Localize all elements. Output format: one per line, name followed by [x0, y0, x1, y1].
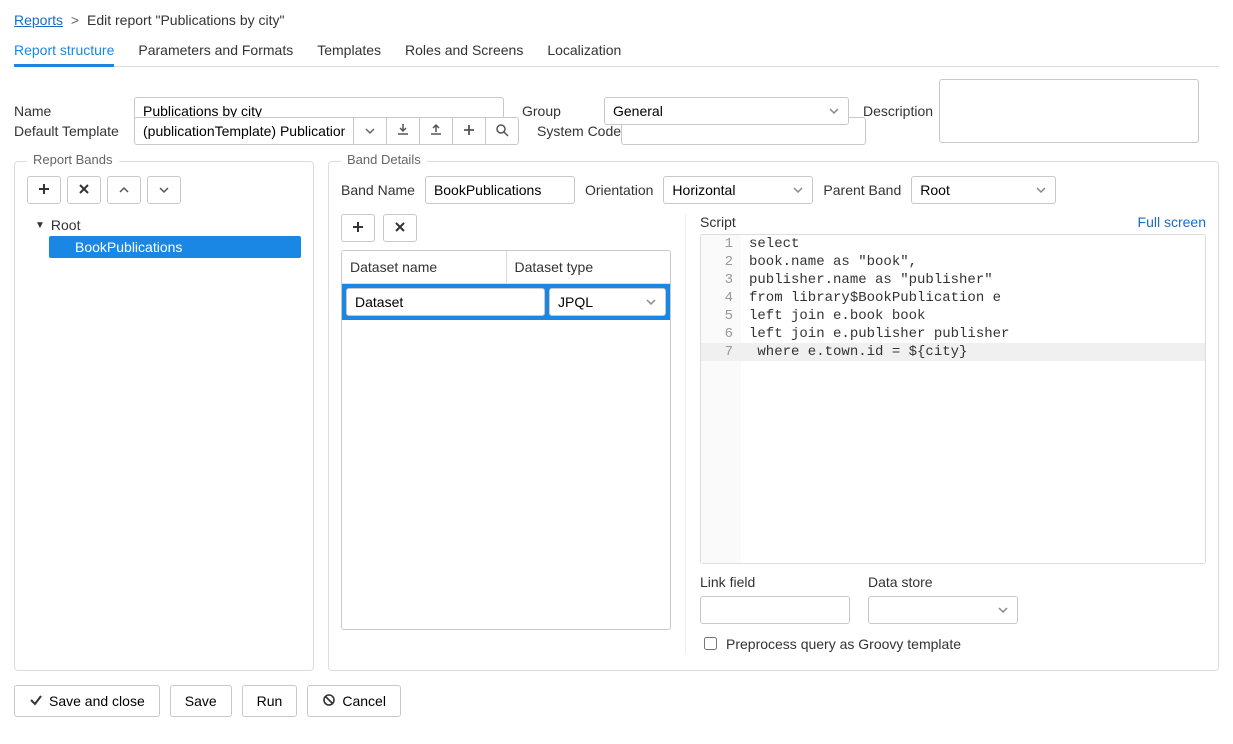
line-code: publisher.name as "publisher" — [741, 271, 1205, 289]
caret-down-icon: ▼ — [35, 220, 45, 231]
band-add-button[interactable] — [27, 176, 61, 204]
close-icon — [77, 182, 91, 199]
breadcrumb-current: Edit report "Publications by city" — [87, 12, 284, 28]
band-move-up-button[interactable] — [107, 176, 141, 204]
line-code: where e.town.id = ${city} — [741, 343, 1205, 361]
plus-icon — [462, 123, 476, 140]
parent-band-label: Parent Band — [823, 182, 901, 198]
ban-icon — [322, 693, 336, 710]
dataset-type-select[interactable]: JPQL — [549, 288, 666, 316]
default-template-input[interactable] — [134, 117, 354, 145]
form: Name Group General Description Default T… — [14, 79, 1219, 145]
template-download-button[interactable] — [386, 117, 420, 145]
band-details-panel: Band Details Band Name Orientation Horiz… — [328, 161, 1219, 671]
line-code: book.name as "book", — [741, 253, 1205, 271]
plus-icon — [37, 182, 51, 199]
line-code: select — [741, 235, 1205, 253]
search-icon — [495, 123, 509, 140]
plus-icon — [351, 220, 365, 237]
report-bands-panel: Report Bands ▼ Root BookPublications — [14, 161, 314, 671]
breadcrumb-separator: > — [71, 12, 79, 28]
preprocess-checkbox[interactable] — [704, 637, 717, 650]
tab-templates[interactable]: Templates — [317, 36, 381, 66]
template-add-button[interactable] — [452, 117, 486, 145]
bottom-bar: Save and close Save Run Cancel — [14, 685, 1219, 717]
script-line: 1select — [701, 235, 1205, 253]
run-button[interactable]: Run — [242, 685, 298, 717]
script-line: 4from library$BookPublication e — [701, 289, 1205, 307]
script-line: 2book.name as "book", — [701, 253, 1205, 271]
data-store-select[interactable] — [868, 596, 1018, 624]
line-code: left join e.book book — [741, 307, 1205, 325]
save-button[interactable]: Save — [170, 685, 232, 717]
breadcrumb-root-link[interactable]: Reports — [14, 12, 63, 28]
check-icon — [29, 693, 43, 710]
full-screen-link[interactable]: Full screen — [1138, 214, 1206, 230]
script-line: 7 where e.town.id = ${city} — [701, 343, 1205, 361]
tab-localization[interactable]: Localization — [547, 36, 621, 66]
parent-band-select[interactable]: Root — [911, 176, 1056, 204]
band-remove-button[interactable] — [67, 176, 101, 204]
tree-node-bookpublications[interactable]: BookPublications — [49, 236, 301, 258]
line-code: from library$BookPublication e — [741, 289, 1205, 307]
line-number: 3 — [701, 271, 741, 289]
template-upload-button[interactable] — [419, 117, 453, 145]
download-icon — [396, 123, 410, 140]
dataset-name-header[interactable]: Dataset name — [342, 251, 506, 283]
line-number: 6 — [701, 325, 741, 343]
orientation-select[interactable]: Horizontal — [663, 176, 813, 204]
tab-roles-screens[interactable]: Roles and Screens — [405, 36, 523, 66]
tab-report-structure[interactable]: Report structure — [14, 36, 114, 67]
system-code-label: System Code — [519, 123, 621, 139]
band-move-down-button[interactable] — [147, 176, 181, 204]
script-editor[interactable]: 1select2book.name as "book",3publisher.n… — [700, 234, 1206, 564]
band-name-input[interactable] — [425, 176, 575, 204]
save-and-close-label: Save and close — [49, 693, 145, 709]
line-number: 4 — [701, 289, 741, 307]
breadcrumb: Reports > Edit report "Publications by c… — [14, 12, 1219, 28]
line-code: left join e.publisher publisher — [741, 325, 1205, 343]
tree-child-label: BookPublications — [57, 239, 182, 255]
line-number: 2 — [701, 253, 741, 271]
band-name-label: Band Name — [341, 182, 415, 198]
upload-icon — [429, 123, 443, 140]
orientation-label: Orientation — [585, 182, 653, 198]
tree-node-root[interactable]: ▼ Root — [27, 214, 301, 236]
line-number: 7 — [701, 343, 741, 361]
cancel-button[interactable]: Cancel — [307, 685, 401, 717]
default-template-label: Default Template — [14, 123, 134, 139]
caret-down-icon — [159, 182, 169, 198]
link-field-label: Link field — [700, 574, 850, 590]
group-select[interactable]: General — [604, 97, 849, 125]
dataset-add-button[interactable] — [341, 214, 375, 242]
dataset-name-input[interactable] — [346, 288, 545, 316]
dataset-row[interactable]: JPQL — [342, 284, 670, 320]
script-label: Script — [700, 214, 736, 230]
line-number: 5 — [701, 307, 741, 325]
dataset-type-header[interactable]: Dataset type — [506, 251, 671, 283]
template-search-button[interactable] — [485, 117, 519, 145]
chevron-down-icon — [365, 123, 375, 139]
tabs: Report structure Parameters and Formats … — [14, 36, 1219, 67]
cancel-label: Cancel — [342, 693, 386, 709]
line-number: 1 — [701, 235, 741, 253]
dataset-remove-button[interactable] — [383, 214, 417, 242]
bands-tree: ▼ Root BookPublications — [27, 214, 301, 258]
band-details-legend: Band Details — [341, 152, 427, 167]
data-store-label: Data store — [868, 574, 1018, 590]
template-dropdown-button[interactable] — [353, 117, 387, 145]
script-line: 6left join e.publisher publisher — [701, 325, 1205, 343]
preprocess-label: Preprocess query as Groovy template — [726, 636, 961, 652]
close-icon — [393, 220, 407, 237]
script-line: 5left join e.book book — [701, 307, 1205, 325]
save-and-close-button[interactable]: Save and close — [14, 685, 160, 717]
report-bands-legend: Report Bands — [27, 152, 119, 167]
tree-root-label: Root — [51, 217, 81, 233]
tab-parameters-formats[interactable]: Parameters and Formats — [138, 36, 293, 66]
caret-up-icon — [119, 182, 129, 198]
script-line: 3publisher.name as "publisher" — [701, 271, 1205, 289]
link-field-input[interactable] — [700, 596, 850, 624]
dataset-table: Dataset name Dataset type JPQL — [341, 250, 671, 630]
